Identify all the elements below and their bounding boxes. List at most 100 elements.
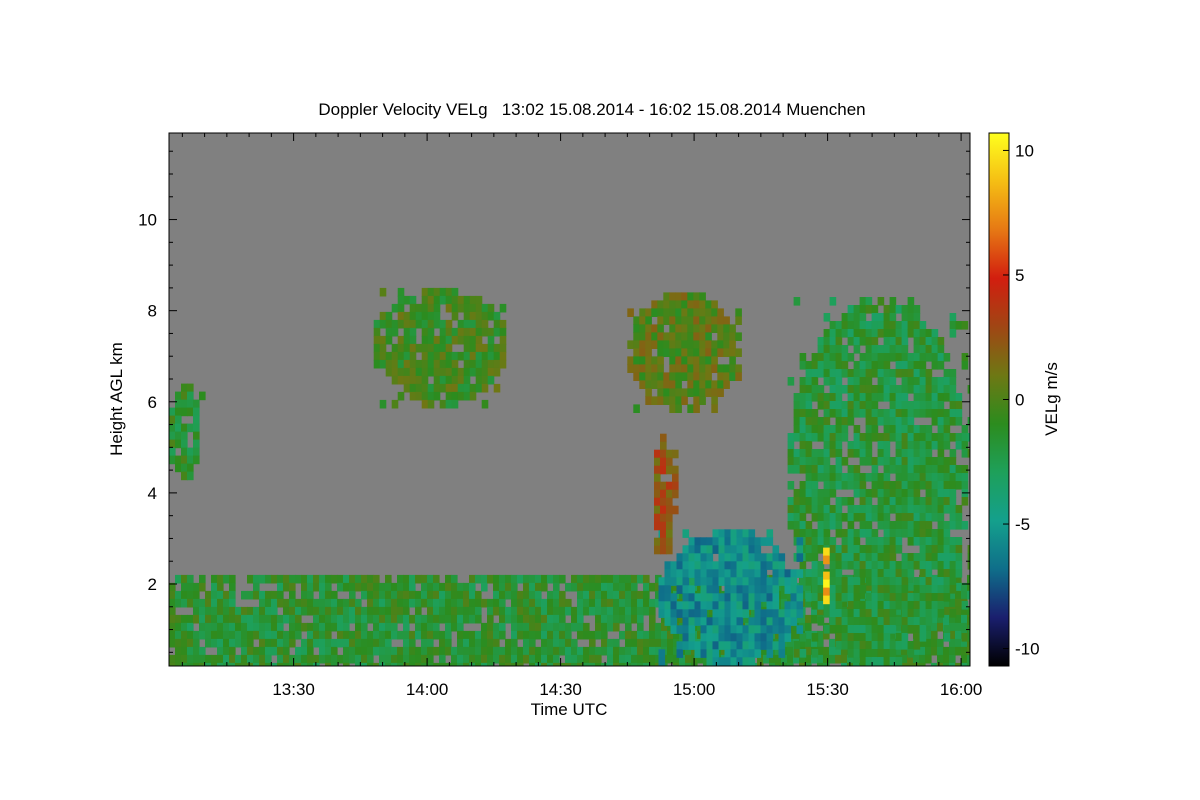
echo-cell <box>943 417 951 426</box>
echo-cell <box>517 574 524 584</box>
echo-cell <box>631 606 638 616</box>
echo-cell <box>373 343 381 353</box>
echo-cell <box>955 561 963 570</box>
echo-cell <box>793 497 801 506</box>
echo-cell <box>799 497 807 506</box>
echo-cell <box>660 449 667 459</box>
echo-cell <box>748 569 756 578</box>
echo-cell <box>778 649 786 658</box>
echo-cell <box>907 297 915 306</box>
echo-cell <box>295 646 302 656</box>
echo-cell <box>445 327 453 337</box>
echo-cell <box>889 577 897 586</box>
echo-cell <box>955 321 963 330</box>
echo-cell <box>883 329 891 338</box>
echo-cell <box>748 625 756 634</box>
echo-cell <box>841 457 849 466</box>
echo-cell <box>847 633 855 642</box>
echo-cell <box>766 537 774 546</box>
echo-cell <box>313 614 320 624</box>
echo-cell <box>181 383 188 393</box>
echo-cell <box>379 582 386 592</box>
echo-cell <box>247 622 254 632</box>
echo-cell <box>853 625 861 634</box>
echo-cell <box>877 313 885 322</box>
echo-cell <box>499 303 507 313</box>
echo-cell <box>175 598 182 608</box>
echo-cell <box>919 593 927 602</box>
echo-cell <box>811 577 819 586</box>
echo-cell <box>730 553 738 562</box>
echo-cell <box>193 455 200 465</box>
echo-cell <box>577 622 584 632</box>
echo-cell <box>925 329 933 338</box>
echo-cell <box>664 577 672 586</box>
echo-cell <box>889 529 897 538</box>
echo-cell <box>712 617 720 626</box>
echo-cell <box>193 582 200 592</box>
echo-cell <box>457 367 465 377</box>
echo-cell <box>409 614 416 624</box>
echo-cell <box>187 638 194 648</box>
echo-cell <box>883 393 891 402</box>
echo-cell <box>397 351 405 361</box>
echo-cell <box>859 441 867 450</box>
echo-cell <box>672 449 679 459</box>
echo-cell <box>895 433 903 442</box>
echo-cell <box>187 574 194 584</box>
echo-cell <box>601 630 608 640</box>
echo-cell <box>913 385 921 394</box>
echo-cell <box>289 606 296 616</box>
echo-cell <box>169 598 176 608</box>
echo-cell <box>229 574 236 584</box>
echo-cell <box>223 614 230 624</box>
echo-cell <box>463 638 470 648</box>
echo-cell <box>493 343 501 353</box>
echo-cell <box>871 425 879 434</box>
echo-cell <box>669 316 676 325</box>
echo-cell <box>793 457 801 466</box>
echo-cell <box>325 654 332 664</box>
echo-cell <box>901 377 909 386</box>
echo-cell <box>937 361 945 370</box>
echo-cell <box>541 654 548 664</box>
echo-cell <box>253 582 260 592</box>
echo-cell <box>901 641 909 650</box>
echo-cell <box>409 582 416 592</box>
echo-cell <box>397 375 405 385</box>
echo-cell <box>730 641 738 650</box>
echo-cell <box>919 617 927 626</box>
echo-cell <box>217 614 224 624</box>
echo-cell <box>577 590 584 600</box>
echo-cell <box>913 497 921 506</box>
echo-cell <box>742 537 750 546</box>
echo-cell <box>754 545 762 554</box>
echo-cell <box>712 601 720 610</box>
echo-cell <box>811 481 819 490</box>
echo-cell <box>724 657 732 666</box>
echo-cell <box>859 321 867 330</box>
echo-cell <box>445 598 452 608</box>
echo-cell <box>877 625 885 634</box>
echo-cell <box>742 641 750 650</box>
echo-cell <box>337 598 344 608</box>
echo-cell <box>841 641 849 650</box>
echo-cell <box>463 359 471 369</box>
echo-cell <box>439 287 447 297</box>
echo-cell <box>943 585 951 594</box>
echo-cell <box>487 654 494 664</box>
echo-cell <box>517 662 524 666</box>
echo-cell <box>271 662 278 666</box>
echo-cell <box>385 327 393 337</box>
echo-cell <box>337 582 344 592</box>
echo-cell <box>619 614 626 624</box>
echo-cell <box>907 457 915 466</box>
echo-cell <box>277 614 284 624</box>
echo-cell <box>676 561 684 570</box>
echo-cell <box>724 561 732 570</box>
echo-cell <box>505 662 512 666</box>
echo-cell <box>823 505 831 514</box>
echo-cell <box>847 481 855 490</box>
echo-cell <box>669 340 676 349</box>
echo-cell <box>667 654 674 664</box>
